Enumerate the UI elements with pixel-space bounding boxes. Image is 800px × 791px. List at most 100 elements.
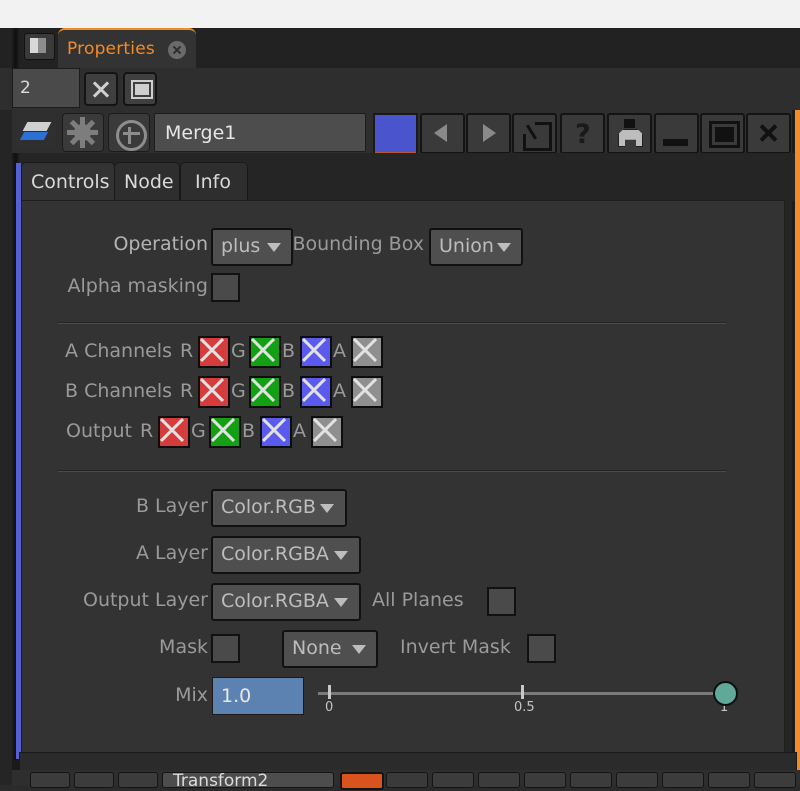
b-channel-g-checkbox[interactable] (249, 376, 281, 408)
a-channel-b-checkbox[interactable] (300, 336, 332, 368)
desktop-background (0, 0, 800, 28)
mix-label: Mix (175, 684, 208, 706)
bottom-window-button[interactable] (524, 772, 566, 788)
output-channel-b-checkbox[interactable] (260, 416, 292, 448)
bottom-node-name-input[interactable]: Transform2 (162, 771, 334, 791)
operation-dropdown[interactable]: plus (211, 228, 293, 266)
mix-tick-label-half: 0.5 (514, 700, 535, 715)
node-color-swatch[interactable] (373, 113, 418, 154)
invert-mask-checkbox[interactable] (527, 634, 556, 663)
channel-letter-b: B (282, 340, 296, 362)
output-channel-a-checkbox[interactable] (311, 416, 343, 448)
b-layer-dropdown[interactable]: Color.RGB (211, 489, 347, 527)
panel-menu-button[interactable] (24, 33, 55, 60)
b-channel-b-checkbox[interactable] (300, 376, 332, 408)
alpha-masking-checkbox[interactable] (211, 273, 240, 302)
minimize-node-button[interactable] (654, 113, 699, 154)
bottom-anchor-button[interactable] (30, 772, 70, 788)
bottom-crescent2-button[interactable] (478, 772, 520, 788)
operation-label: Operation (113, 233, 208, 255)
script-button[interactable] (607, 113, 652, 154)
operation-value: plus (221, 235, 261, 257)
chevron-down-icon (334, 598, 348, 607)
maximize-icon (709, 121, 740, 148)
panel-active-edge (795, 110, 800, 770)
bottom-clock-button[interactable] (118, 772, 158, 788)
bottom-close-button[interactable] (754, 772, 796, 788)
add-node-button[interactable] (108, 113, 150, 152)
bottom-minimize-button[interactable] (662, 772, 704, 788)
node-layers-button[interactable] (16, 113, 56, 150)
all-planes-checkbox[interactable] (487, 587, 516, 616)
maximize-node-button[interactable] (700, 113, 745, 154)
tab-node[interactable]: Node (114, 162, 180, 202)
node-settings-button[interactable] (62, 113, 104, 152)
tab-controls-label: Controls (31, 171, 110, 193)
alpha-masking-label: Alpha masking (67, 275, 209, 297)
bottom-crescent-button[interactable] (432, 772, 474, 788)
channel-letter-g: G (191, 420, 206, 442)
a-channel-a-checkbox[interactable] (351, 336, 383, 368)
b-layer-value: Color.RGB (221, 496, 316, 518)
next-node-button[interactable] (466, 113, 511, 154)
output-layer-value: Color.RGBA (221, 590, 329, 612)
mix-input[interactable]: 1.0 (212, 677, 304, 715)
mask-checkbox[interactable] (211, 634, 240, 663)
a-channels-label: A Channels (65, 340, 172, 362)
a-layer-dropdown[interactable]: Color.RGBA (211, 536, 361, 574)
channel-letter-a: A (333, 340, 346, 362)
separator (58, 322, 726, 324)
output-layer-dropdown[interactable]: Color.RGBA (211, 583, 361, 621)
tab-info[interactable]: Info (180, 162, 248, 202)
help-icon: ? (575, 119, 591, 150)
tab-controls[interactable]: Controls (21, 162, 115, 202)
help-button[interactable]: ? (560, 113, 605, 154)
close-circle-icon[interactable] (168, 41, 186, 59)
bottom-node-color-swatch[interactable] (340, 772, 384, 790)
script-robot-icon (617, 119, 643, 147)
tab-properties[interactable]: Properties (58, 28, 196, 70)
output-layer-label: Output Layer (82, 589, 208, 611)
bottom-robot-button[interactable] (616, 772, 658, 788)
bottom-curve-button[interactable] (386, 772, 428, 788)
mix-slider-track[interactable] (318, 692, 738, 695)
output-channel-g-checkbox[interactable] (209, 416, 241, 448)
a-channel-r-checkbox[interactable] (198, 336, 230, 368)
chevron-left-icon (434, 124, 447, 142)
all-planes-label: All Planes (372, 589, 464, 611)
channel-letter-g: G (231, 380, 246, 402)
node-name-value: Merge1 (165, 122, 237, 144)
mix-tick-0 (328, 685, 331, 699)
bounding-box-dropdown[interactable]: Union (429, 228, 523, 266)
bounding-box-label: Bounding Box (292, 233, 424, 255)
a-layer-value: Color.RGBA (221, 543, 329, 565)
node-name-input[interactable]: Merge1 (154, 113, 366, 152)
bottom-mask-button[interactable] (74, 772, 114, 788)
channel-letter-a: A (293, 420, 306, 442)
b-channel-r-checkbox[interactable] (198, 376, 230, 408)
chevron-down-icon (497, 243, 511, 252)
mix-slider-handle[interactable] (713, 681, 738, 706)
bottom-magnet-button[interactable] (570, 772, 612, 788)
chevron-down-icon (320, 504, 334, 513)
close-node-button[interactable] (746, 113, 791, 154)
a-channel-g-checkbox[interactable] (249, 336, 281, 368)
output-channel-r-checkbox[interactable] (158, 416, 190, 448)
b-channels-label: B Channels (65, 380, 172, 402)
frame-value: 2 (20, 78, 31, 98)
panel-menu-icon (30, 38, 46, 53)
frame-input[interactable]: 2 (12, 68, 80, 108)
previous-node-button[interactable] (420, 113, 465, 154)
tab-properties-label: Properties (67, 39, 155, 59)
nuke-properties-window: Properties 2 Merge1 ? Controls Node Info… (0, 0, 800, 791)
b-channel-a-checkbox[interactable] (351, 376, 383, 408)
revert-button[interactable] (512, 113, 557, 154)
mask-dropdown[interactable]: None (282, 630, 378, 668)
channel-letter-b: B (242, 420, 256, 442)
chevron-down-icon (352, 645, 366, 654)
bottom-maximize-button[interactable] (708, 772, 750, 788)
clear-all-button[interactable] (84, 72, 118, 106)
maximize-panel-button[interactable] (123, 72, 157, 106)
minimize-icon (663, 139, 688, 146)
separator (58, 470, 726, 472)
